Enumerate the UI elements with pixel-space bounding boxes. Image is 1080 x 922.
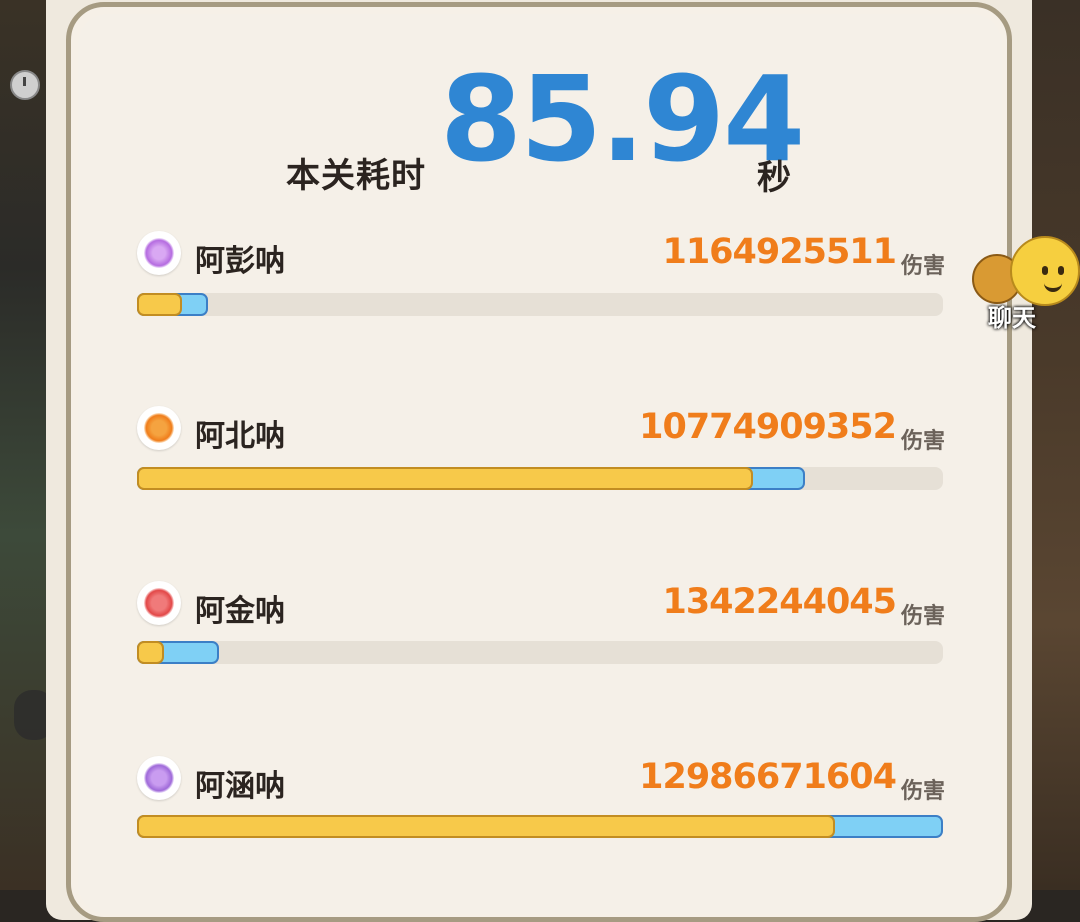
purple-wing-icon	[137, 756, 181, 800]
damage-bar-main	[137, 641, 165, 664]
purple-swirl-icon	[137, 231, 181, 275]
damage-bar-main	[137, 293, 183, 316]
stage-time-label: 本关耗时	[286, 156, 426, 196]
damage-bar-track	[137, 641, 943, 664]
damage-unit: 伤害	[901, 429, 946, 454]
player-name: 阿北呐	[195, 419, 285, 454]
stage-time-value: 85.94	[440, 50, 805, 188]
smiley-icon	[1010, 236, 1080, 306]
player-name: 阿彭呐	[195, 244, 285, 279]
chat-button[interactable]: 聊天	[966, 232, 1080, 332]
orange-sword-icon	[137, 406, 181, 450]
player-name: 阿涵呐	[195, 769, 285, 804]
damage-bar-track	[137, 293, 943, 316]
damage-bar-main	[137, 815, 835, 838]
damage-value: 1342244045	[662, 582, 897, 622]
stage-time-unit: 秒	[757, 158, 791, 198]
damage-unit: 伤害	[901, 604, 946, 629]
damage-bar-track	[137, 467, 943, 490]
damage-unit: 伤害	[901, 254, 946, 279]
player-name: 阿金呐	[195, 594, 285, 629]
chat-label: 聊天	[988, 304, 1036, 332]
damage-value: 12986671604	[639, 757, 897, 797]
damage-bar-main	[137, 467, 753, 490]
damage-value: 1164925511	[662, 232, 897, 272]
red-demon-icon	[137, 581, 181, 625]
damage-value: 10774909352	[639, 407, 897, 447]
damage-unit: 伤害	[901, 779, 946, 804]
clock-icon	[10, 70, 40, 100]
damage-bar-track	[137, 815, 943, 838]
